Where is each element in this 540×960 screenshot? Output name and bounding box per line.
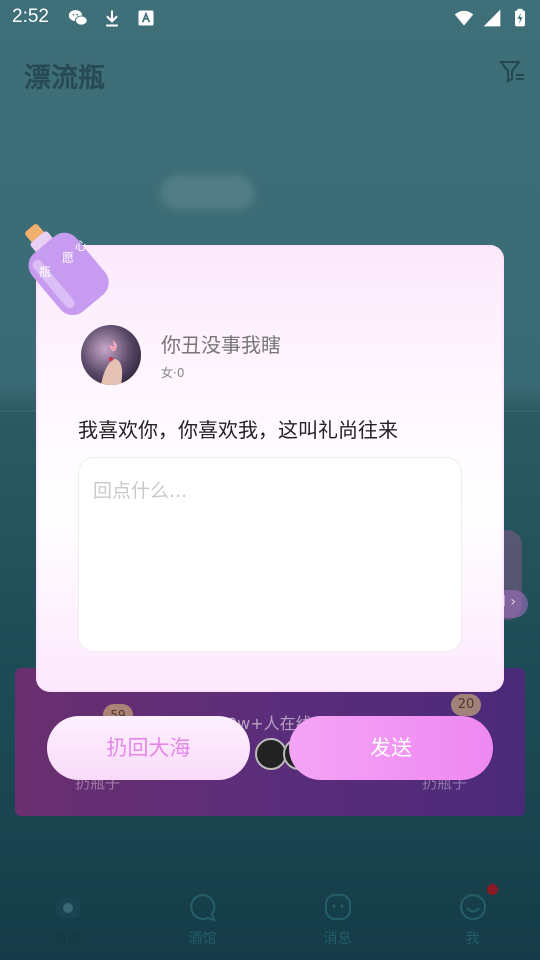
- sender-name: 你丑没事我瞎: [161, 333, 281, 357]
- bottle-tag-char1: 心: [75, 239, 87, 253]
- right-count-badge: 20: [451, 694, 481, 716]
- status-bar: 2:52: [0, 0, 540, 36]
- filter-icon[interactable]: [498, 58, 526, 86]
- avatar[interactable]: [81, 325, 141, 385]
- nav-item-me[interactable]: 我: [405, 876, 540, 960]
- nav-label: 首页: [53, 931, 82, 947]
- wifi-icon: [454, 10, 474, 26]
- cloud-decoration: [160, 175, 255, 210]
- wechat-icon: [68, 10, 88, 26]
- battery-charging-icon: [515, 8, 525, 27]
- nav-item-tavern[interactable]: 酒馆: [135, 876, 270, 960]
- text-app-icon: [138, 10, 154, 26]
- bottom-nav: 首页 酒馆 消息 我: [0, 876, 540, 960]
- reply-input[interactable]: [79, 458, 461, 651]
- sender-info: 你丑没事我瞎 女·0: [81, 325, 281, 385]
- notification-dot: [487, 884, 498, 895]
- signal-icon: [483, 9, 501, 27]
- nav-item-home[interactable]: 首页: [0, 876, 135, 960]
- reply-input-container: [78, 457, 462, 652]
- message-face-icon: [324, 893, 351, 921]
- chat-bubble-icon: [189, 893, 216, 922]
- nav-label: 消息: [323, 931, 352, 947]
- page-title: 漂流瓶: [24, 63, 105, 94]
- smile-face-icon: [459, 893, 486, 921]
- sender-gender-age: 女·0: [161, 366, 185, 380]
- wish-bottle-icon: 心 愿 瓶: [25, 224, 109, 316]
- nav-label: 我: [465, 931, 480, 947]
- bottle-tag-char2: 愿: [62, 251, 74, 265]
- send-button[interactable]: 发送: [289, 716, 493, 780]
- bottle-message: 我喜欢你，你喜欢我，这叫礼尚往来: [78, 418, 398, 442]
- download-icon: [106, 10, 118, 27]
- avatar-image: [81, 325, 141, 385]
- bottle-tag-char3: 瓶: [39, 265, 51, 279]
- nav-item-messages[interactable]: 消息: [270, 876, 405, 960]
- status-time: 2:52: [12, 6, 49, 27]
- nav-label: 酒馆: [188, 931, 217, 947]
- home-icon: [55, 898, 80, 918]
- throw-back-button[interactable]: 扔回大海: [47, 716, 250, 780]
